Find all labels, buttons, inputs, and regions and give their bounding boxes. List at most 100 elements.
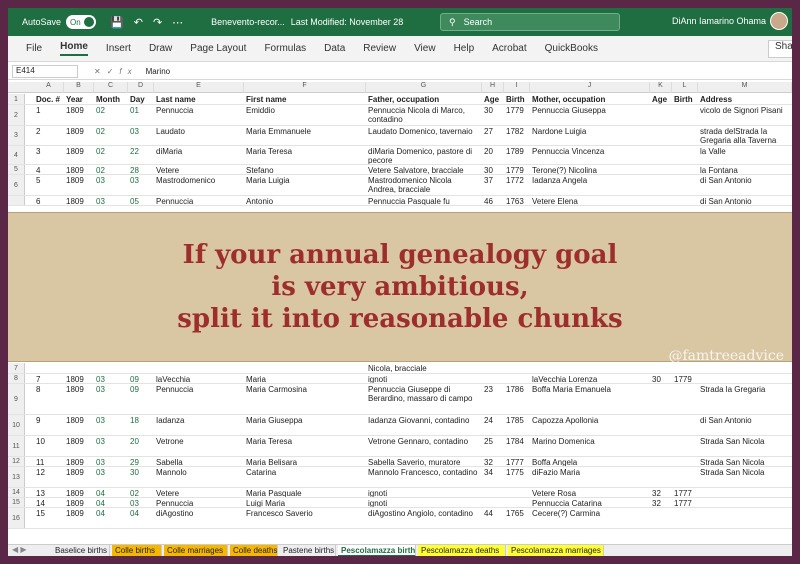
cell[interactable] (532, 364, 649, 373)
column-header-g[interactable]: G (366, 82, 482, 93)
cell[interactable]: Strada San Nicola (700, 437, 791, 456)
cell[interactable] (652, 385, 671, 414)
cell[interactable]: 1784 (506, 437, 529, 456)
cell[interactable]: 1809 (66, 106, 93, 125)
cell[interactable]: Francesco Saverio (246, 509, 365, 528)
cell[interactable]: 03 (96, 437, 127, 456)
cell[interactable]: Pennuccia Nicola di Marco, contadino (368, 106, 481, 125)
ribbon-tab-data[interactable]: Data (324, 43, 345, 54)
cell[interactable]: diAgostino (156, 509, 243, 528)
user-name[interactable]: DiAnn Iamarino Ohama (672, 16, 766, 26)
cell[interactable]: 1779 (674, 375, 697, 383)
cell[interactable]: 03 (96, 176, 127, 195)
cell[interactable]: 30 (130, 468, 153, 487)
ribbon-tab-view[interactable]: View (414, 43, 436, 54)
cell[interactable]: 22 (130, 147, 153, 164)
cell[interactable]: Maria Luigia (246, 176, 365, 195)
cell[interactable] (652, 176, 671, 195)
cell[interactable]: Mastrodomenico Nicola Andrea, bracciale (368, 176, 481, 195)
cell[interactable]: 20 (484, 147, 503, 164)
cell[interactable]: 29 (130, 458, 153, 466)
cell[interactable]: Marino Domenica (532, 437, 649, 456)
cell[interactable]: 1809 (66, 416, 93, 435)
row-number[interactable]: 6 (8, 175, 25, 195)
cell[interactable] (66, 364, 93, 373)
cell[interactable] (652, 509, 671, 528)
cell[interactable]: Cecere(?) Carmina (532, 509, 649, 528)
cell[interactable]: First name (246, 95, 365, 104)
formula-input[interactable]: Marino (146, 67, 170, 76)
ribbon-tab-review[interactable]: Review (363, 43, 396, 54)
cell[interactable]: Vetere Elena (532, 197, 649, 205)
row-number[interactable]: 1 (8, 94, 25, 104)
ribbon-tab-help[interactable]: Help (454, 43, 475, 54)
cell[interactable]: Vetere (156, 489, 243, 497)
cell[interactable]: 1763 (506, 197, 529, 205)
cell[interactable]: 03 (130, 127, 153, 145)
cell[interactable]: 4 (36, 166, 63, 174)
cell[interactable]: Catarina (246, 468, 365, 487)
cell[interactable]: Antonio (246, 197, 365, 205)
cell[interactable]: Pennuccia Catarina (532, 499, 649, 507)
cell[interactable] (674, 127, 697, 145)
row-number[interactable]: 11 (8, 436, 25, 456)
sheet-tab[interactable]: Baselice births (52, 545, 110, 556)
cell[interactable] (700, 364, 791, 373)
cell[interactable]: 03 (96, 416, 127, 435)
cell[interactable]: 1789 (506, 147, 529, 164)
autosave-toggle[interactable]: On (66, 15, 97, 29)
cell[interactable] (700, 499, 791, 507)
cell[interactable]: 20 (130, 437, 153, 456)
sheet-tab[interactable]: Pastene births (280, 545, 336, 556)
cell[interactable]: Strada San Nicola (700, 458, 791, 466)
cell[interactable]: 28 (130, 166, 153, 174)
cell[interactable]: Last name (156, 95, 243, 104)
cell[interactable] (700, 489, 791, 497)
cell[interactable]: Nicola, bracciale (368, 364, 481, 373)
cell[interactable]: 03 (96, 468, 127, 487)
row-number[interactable]: 5 (8, 165, 25, 174)
cell[interactable] (246, 364, 365, 373)
cell[interactable]: Age (484, 95, 503, 104)
tab-nav-arrows[interactable]: ◀ ▶ (12, 545, 27, 554)
cell[interactable]: Pennuccia (156, 106, 243, 125)
row-number[interactable]: 10 (8, 415, 25, 435)
cell[interactable] (652, 364, 671, 373)
cell[interactable]: 15 (36, 509, 63, 528)
search-box[interactable]: ⚲ Search (440, 13, 620, 31)
cell[interactable]: Day (130, 95, 153, 104)
cell[interactable]: Pennuccia Vincenza (532, 147, 649, 164)
cell[interactable] (652, 416, 671, 435)
cell[interactable]: 46 (484, 197, 503, 205)
cell[interactable]: di San Antonio (700, 197, 791, 205)
cell[interactable]: 18 (130, 416, 153, 435)
cell[interactable]: Pennuccia Giuseppe di Berardino, massaro… (368, 385, 481, 414)
cell[interactable]: Year (66, 95, 93, 104)
cell[interactable]: Maria (246, 375, 365, 383)
cell[interactable] (652, 166, 671, 174)
cell[interactable]: 02 (96, 147, 127, 164)
cell[interactable]: 30 (484, 106, 503, 125)
cell[interactable]: 1809 (66, 499, 93, 507)
cell[interactable]: vicolo de Signori Pisani (700, 106, 791, 125)
cell[interactable]: 1809 (66, 468, 93, 487)
cell[interactable]: 32 (652, 499, 671, 507)
cell[interactable]: laVecchia (156, 375, 243, 383)
cell[interactable]: 1809 (66, 166, 93, 174)
column-header-f[interactable]: F (244, 82, 366, 93)
column-header-h[interactable]: H (482, 82, 504, 93)
ribbon-tab-quickbooks[interactable]: QuickBooks (545, 43, 598, 54)
column-header-m[interactable]: M (698, 82, 792, 93)
row-number[interactable]: 9 (8, 384, 25, 414)
cell[interactable]: 1779 (506, 106, 529, 125)
cell[interactable] (674, 509, 697, 528)
cell[interactable]: 1765 (506, 509, 529, 528)
cell[interactable]: Boffa Angela (532, 458, 649, 466)
row-number[interactable]: 7 (8, 363, 25, 373)
cell[interactable]: 7 (36, 375, 63, 383)
row-number[interactable]: 14 (8, 488, 25, 497)
cell[interactable]: Strada San Nicola (700, 468, 791, 487)
cell[interactable] (674, 106, 697, 125)
cell[interactable]: di San Antonio (700, 416, 791, 435)
cell[interactable]: 13 (36, 489, 63, 497)
